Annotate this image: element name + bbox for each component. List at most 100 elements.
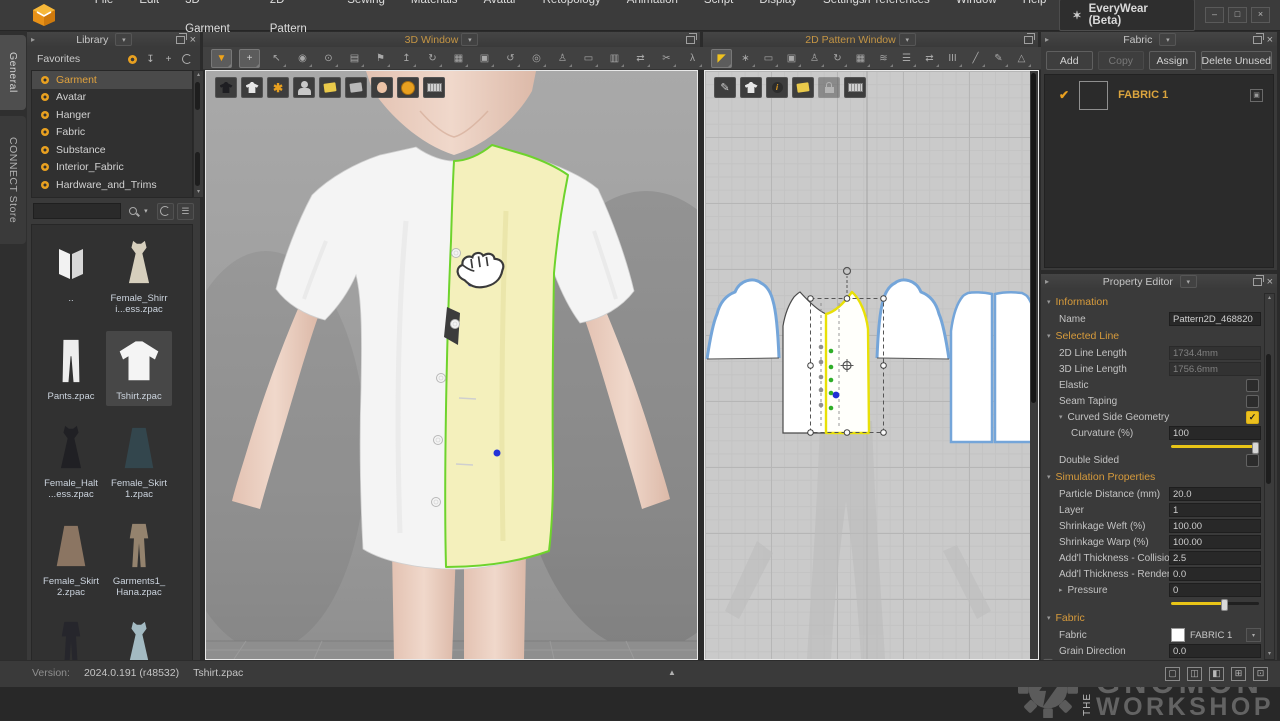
multi-view-icon[interactable]: ▥ — [605, 50, 624, 67]
import-icon[interactable]: ↧ — [143, 52, 158, 66]
tab-general[interactable]: General — [0, 35, 26, 110]
fabric-list-item[interactable]: ✔ FABRIC 1 ▣ — [1045, 75, 1273, 115]
3d-viewport[interactable]: ✱ — [205, 70, 698, 660]
assign-button[interactable]: Assign — [1149, 51, 1196, 70]
slider-curvature[interactable] — [1171, 445, 1259, 448]
library-category-substance[interactable]: Substance — [32, 141, 192, 159]
pin-icon[interactable]: ⊙ — [319, 50, 338, 67]
menu-item-materials[interactable]: Materials — [398, 0, 471, 44]
show-garment-light-icon[interactable] — [241, 77, 263, 98]
show-stroke-icon[interactable]: ✎ — [714, 77, 736, 98]
list-view-icon[interactable]: ☰ — [177, 203, 194, 220]
show-pattern-icon[interactable] — [345, 77, 367, 98]
menu-item-edit[interactable]: Edit — [126, 0, 172, 44]
2d-scrollbar[interactable] — [1030, 71, 1038, 659]
minimize-button[interactable]: – — [1205, 7, 1224, 23]
library-item-pants-zpac[interactable]: Pants.zpac — [38, 331, 104, 406]
checkbox-elastic[interactable] — [1246, 379, 1259, 392]
add-folder-icon[interactable]: + — [161, 52, 176, 66]
edit-pattern-icon[interactable]: ∗ — [736, 50, 755, 67]
menu-item-file[interactable]: File — [82, 0, 127, 44]
rectangle-pattern-icon[interactable]: ▭ — [759, 50, 778, 67]
pe-detach-icon[interactable] — [1253, 278, 1262, 286]
fabric-select[interactable]: FABRIC 1▾ — [1171, 628, 1261, 642]
library-item-[interactable]: .. — [38, 233, 104, 319]
slider-pressure[interactable] — [1171, 602, 1259, 605]
pe-scrollbar[interactable]: ▴ ▾ — [1264, 293, 1275, 660]
mesh-grid-icon[interactable]: ▦ — [449, 50, 468, 67]
show-avatar-icon[interactable] — [293, 77, 315, 98]
show-globe-icon[interactable] — [397, 77, 419, 98]
show-tape-icon[interactable] — [844, 77, 866, 98]
property-field-curvature[interactable]: 100 — [1169, 426, 1261, 440]
image-tool-icon[interactable]: ▣ — [782, 50, 801, 67]
show-info-icon[interactable]: i — [766, 77, 788, 98]
iron-icon[interactable]: ≋ — [874, 50, 893, 67]
pe-dropdown-icon[interactable]: ▾ — [1180, 275, 1197, 288]
tab-connect-store[interactable]: CONNECT Store — [0, 116, 26, 244]
slider-thumb[interactable] — [1252, 442, 1259, 454]
menu-item-settings-preferences[interactable]: Settings/Preferences — [810, 0, 943, 44]
pin-zoom-icon[interactable]: ◎ — [527, 50, 546, 67]
maximize-button[interactable]: □ — [1228, 7, 1247, 23]
fabric-select-dropdown-icon[interactable]: ▾ — [1246, 628, 1261, 642]
show-internal-lines-icon[interactable]: ✱ — [267, 77, 289, 98]
menu-item-help[interactable]: Help — [1010, 0, 1060, 44]
walk-mode-icon[interactable]: λ — [683, 50, 702, 67]
property-field-layer[interactable]: 1 — [1169, 503, 1261, 517]
arrange-point-icon[interactable]: ↥ — [397, 50, 416, 67]
selected-point[interactable] — [833, 392, 840, 399]
section-fabric[interactable]: ▾Fabric — [1047, 609, 1261, 627]
library-item-tshirt-zpac[interactable]: Tshirt.zpac — [106, 331, 172, 406]
app-logo-icon[interactable] — [30, 2, 58, 28]
pattern-point-blue-2[interactable] — [494, 450, 501, 457]
property-field-name[interactable]: Pattern2D_468820 — [1169, 312, 1261, 326]
delete-unused-button[interactable]: Delete Unused — [1201, 51, 1272, 70]
menu-item-sewing[interactable]: Sewing — [334, 0, 398, 44]
checkbox-curved-side-geometry[interactable]: ✓ — [1246, 411, 1259, 424]
lock-pattern-icon[interactable] — [818, 77, 840, 98]
everywear-button[interactable]: ✶ EveryWear (Beta) — [1059, 0, 1195, 31]
rotate-pattern-icon[interactable]: ↻ — [828, 50, 847, 67]
menu-item-avatar[interactable]: Avatar — [471, 0, 530, 44]
fold-arrangement-icon[interactable]: ▤ — [345, 50, 364, 67]
menu-item-2d-pattern[interactable]: 2D Pattern — [257, 0, 334, 44]
section-simulation-properties[interactable]: ▾Simulation Properties — [1047, 468, 1261, 486]
layout-mixed-icon[interactable]: ◧ — [1209, 667, 1224, 681]
property-field-add-l-thickness-rendering-mm[interactable]: 0.0 — [1169, 567, 1261, 581]
select-lasso-icon[interactable]: ↖ — [267, 50, 286, 67]
library-item-garments3-hana-zpac[interactable]: Garments3_Hana.zpac — [106, 614, 172, 662]
fabric-dropdown-icon[interactable]: ▾ — [1159, 33, 1176, 46]
refresh-icon[interactable] — [179, 52, 194, 66]
search-input[interactable] — [33, 203, 121, 219]
add-button[interactable]: Add — [1046, 51, 1093, 70]
library-category-interior-fabric[interactable]: Interior_Fabric — [32, 159, 192, 177]
fabric-swatch[interactable] — [1079, 81, 1108, 110]
library-item-garments1-hana-zpac[interactable]: Garments1_Hana.zpac — [106, 516, 172, 602]
select-mesh-icon[interactable]: ◉ — [293, 50, 312, 67]
show-tape-icon[interactable] — [423, 77, 445, 98]
row-collapse-icon[interactable]: ▾ — [1059, 413, 1063, 421]
fabric-close-icon[interactable]: × — [1267, 35, 1273, 45]
select-move-icon[interactable]: + — [239, 49, 260, 68]
pin-icon[interactable]: ▸ — [31, 35, 35, 44]
window-overlay-icon[interactable]: ▭ — [579, 50, 598, 67]
avatar-silhouette-icon[interactable]: ♙ — [805, 50, 824, 67]
slider-thumb[interactable] — [1221, 599, 1228, 611]
pattern-3d-icon[interactable]: △ — [1012, 50, 1031, 67]
sync-icon[interactable]: ⇄ — [631, 50, 650, 67]
layout-split-icon[interactable]: ◫ — [1187, 667, 1202, 681]
show-pattern-selected-icon[interactable] — [319, 77, 341, 98]
seam-allowance-icon[interactable]: ☰ — [897, 50, 916, 67]
section-selected-line[interactable]: ▾Selected Line — [1047, 327, 1261, 345]
category-scrollbar[interactable]: ▴ ▾ — [193, 70, 204, 198]
library-item-female-skirt1-zpac[interactable]: Female_Skirt1.zpac — [106, 418, 172, 504]
close-button[interactable]: × — [1251, 7, 1270, 23]
move-pattern-icon[interactable]: ⚑ — [371, 50, 390, 67]
show-garment-icon[interactable] — [740, 77, 762, 98]
transform-pattern-icon[interactable]: ◤ — [711, 49, 732, 68]
menu-item-display[interactable]: Display — [746, 0, 810, 44]
2d-viewport[interactable]: ✎i — [704, 70, 1039, 660]
property-field-pressure[interactable]: 0 — [1169, 583, 1261, 597]
menu-item-retopology[interactable]: Retopology — [530, 0, 614, 44]
